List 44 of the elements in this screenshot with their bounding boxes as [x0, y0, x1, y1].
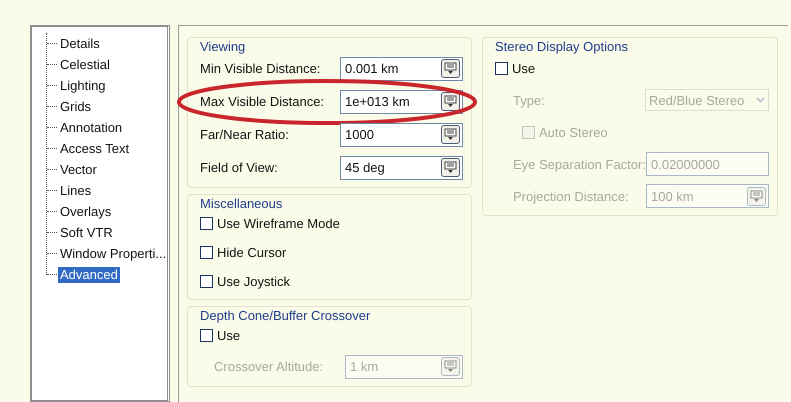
input-field[interactable]: 45 deg: [340, 156, 463, 180]
tree-item[interactable]: Overlays: [58, 204, 114, 220]
spin-button[interactable]: [441, 92, 460, 111]
field-label: Max Visible Distance:: [200, 94, 324, 109]
spin-button[interactable]: [441, 59, 460, 78]
tree-item[interactable]: Advanced: [58, 266, 120, 282]
group-title: Viewing: [200, 39, 246, 55]
field-label: Field of View:: [200, 160, 278, 175]
checkbox-label: Use: [512, 60, 536, 76]
input-field[interactable]: 0.001 km: [340, 56, 463, 80]
tree-item[interactable]: Vector: [58, 162, 99, 178]
field-label: Projection Distance:: [513, 188, 629, 204]
field-label: Min Visible Distance:: [200, 61, 320, 76]
checkbox[interactable]: [200, 217, 213, 230]
tree-item[interactable]: Window Properti...: [58, 246, 168, 262]
checkbox-label: Use Wireframe Mode: [217, 216, 340, 231]
tree-item[interactable]: Lighting: [58, 78, 108, 94]
checkbox[interactable]: [200, 275, 213, 288]
tree-item[interactable]: Access Text: [58, 140, 132, 156]
group-title: Miscellaneous: [200, 196, 284, 212]
spin-button[interactable]: [441, 125, 460, 144]
tree-item[interactable]: Lines: [58, 182, 94, 198]
checkbox[interactable]: [200, 246, 213, 259]
tree-item[interactable]: Celestial: [58, 56, 112, 72]
tree-item[interactable]: Annotation: [58, 120, 124, 136]
field-label: Type:: [513, 92, 545, 108]
checkbox-label: Hide Cursor: [217, 245, 286, 260]
field-label: Crossover Altitude:: [214, 359, 324, 374]
checkbox-label: Use Joystick: [217, 274, 290, 289]
field-label: Far/Near Ratio:: [200, 127, 289, 142]
spin-button[interactable]: [441, 158, 460, 177]
tree-item[interactable]: Soft VTR: [58, 224, 115, 240]
checkbox[interactable]: [200, 329, 213, 342]
input-field[interactable]: 1e+013 km: [340, 90, 463, 114]
input-field[interactable]: 1000: [340, 122, 463, 146]
group-title: Depth Cone/Buffer Crossover: [200, 308, 372, 324]
tree-item[interactable]: Details: [58, 36, 102, 52]
caret-icon: [756, 97, 765, 103]
checkbox[interactable]: [495, 62, 508, 74]
group-title: Stereo Display Options: [495, 39, 629, 55]
checkbox-label: Use: [217, 328, 240, 343]
field-label: Eye Separation Factor:: [513, 156, 646, 172]
tree-item[interactable]: Grids: [58, 98, 94, 114]
checkbox-label: Auto Stereo: [539, 124, 608, 140]
